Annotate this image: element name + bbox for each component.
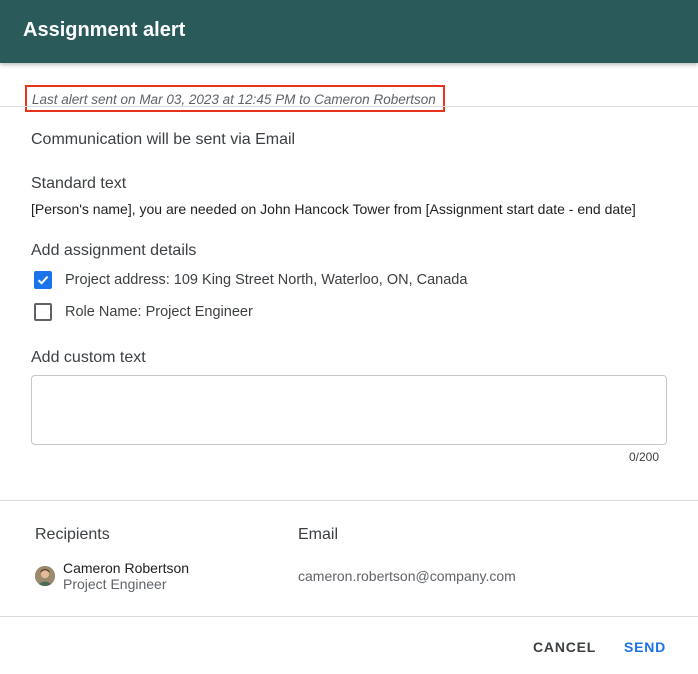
divider — [0, 500, 698, 501]
dialog-header: Assignment alert — [0, 0, 698, 63]
standard-text-heading: Standard text — [31, 175, 127, 192]
recipient-email: cameron.robertson@company.com — [298, 568, 516, 584]
divider — [0, 616, 698, 617]
project-address-label[interactable]: Project address: 109 King Street North, … — [65, 272, 467, 288]
recipients-column-header: Recipients — [35, 526, 110, 543]
role-name-checkbox[interactable] — [34, 303, 52, 321]
custom-text-input[interactable] — [31, 375, 667, 445]
cancel-button[interactable]: CANCEL — [533, 639, 596, 655]
character-counter: 0/200 — [628, 450, 659, 464]
standard-text-body: [Person's name], you are needed on John … — [31, 201, 636, 217]
divider — [0, 106, 698, 107]
project-address-checkbox[interactable] — [34, 271, 52, 289]
last-alert-text: Last alert sent on Mar 03, 2023 at 12:45… — [32, 92, 436, 107]
role-name-label[interactable]: Role Name: Project Engineer — [65, 304, 253, 320]
communication-text: Communication will be sent via Email — [31, 131, 296, 148]
last-alert-banner: Last alert sent on Mar 03, 2023 at 12:45… — [25, 85, 445, 112]
recipient-role: Project Engineer — [63, 576, 167, 592]
dialog-title: Assignment alert — [23, 19, 186, 41]
custom-text-heading: Add custom text — [31, 349, 146, 366]
person-avatar-icon — [35, 566, 55, 586]
avatar — [35, 566, 55, 586]
email-column-header: Email — [298, 526, 339, 543]
send-button[interactable]: SEND — [624, 639, 666, 655]
assignment-details-heading: Add assignment details — [31, 242, 197, 259]
recipient-name: Cameron Robertson — [63, 560, 190, 576]
checkmark-icon — [37, 275, 49, 285]
